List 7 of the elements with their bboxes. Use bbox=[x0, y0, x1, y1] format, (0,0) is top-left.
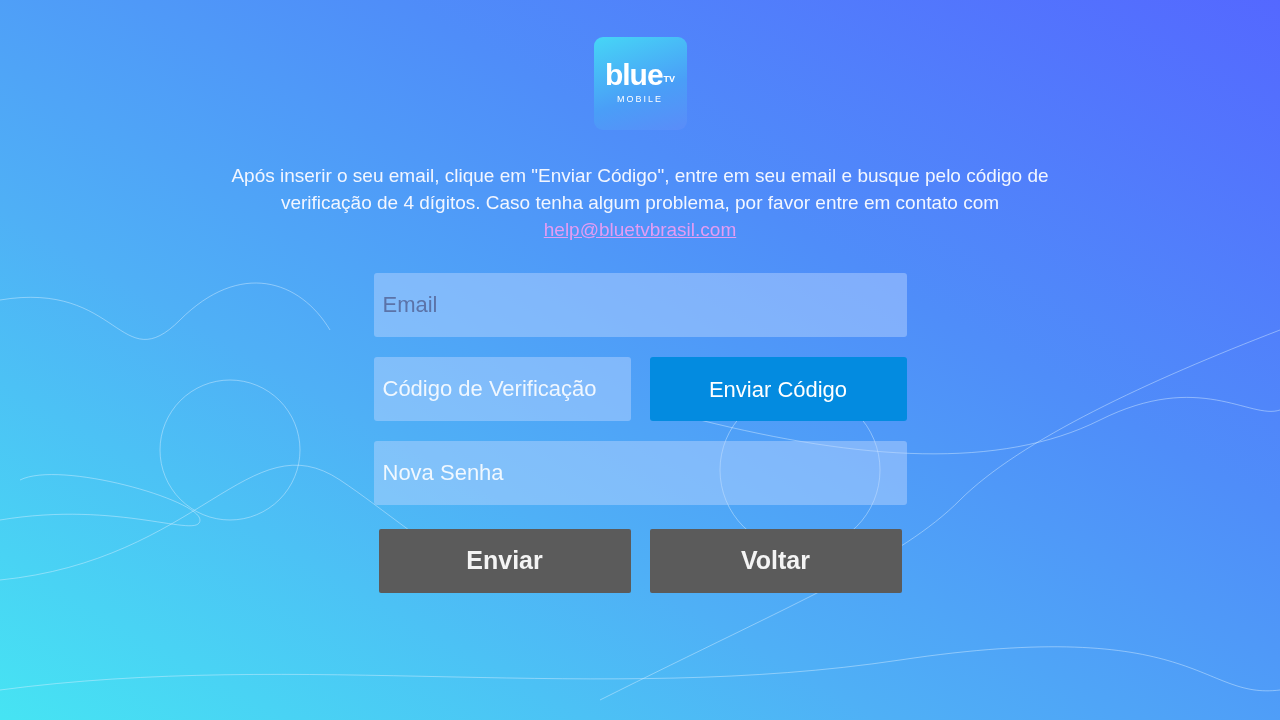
instructions-text: Após inserir o seu email, clique em "Enviar Código", entre em seu email e busque pelo código de verificação de 4 dígitos. Caso tenha algum problema, por favor entre em contato com bbox=[231, 165, 1049, 213]
submit-button[interactable]: Enviar bbox=[378, 529, 631, 593]
logo-brand-text: blue bbox=[604, 60, 663, 91]
back-button[interactable]: Voltar bbox=[649, 529, 902, 593]
send-code-button[interactable]: Enviar Código bbox=[649, 357, 907, 421]
logo-badge-text: TV bbox=[663, 73, 676, 84]
logo-subtitle: MOBILE bbox=[617, 93, 663, 107]
